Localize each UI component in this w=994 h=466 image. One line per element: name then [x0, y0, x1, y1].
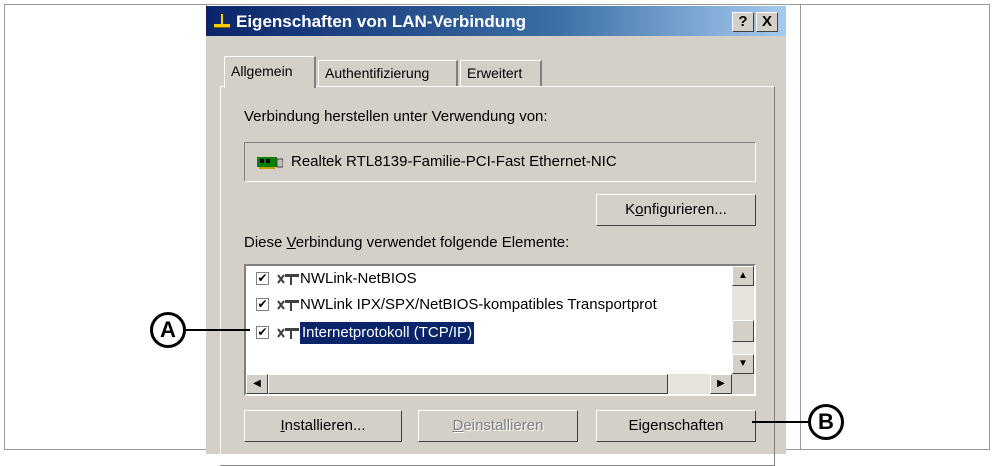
network-card-icon	[257, 157, 283, 169]
adapter-name: Realtek RTL8139-Familie-PCI-Fast Etherne…	[291, 153, 617, 170]
connect-using-label: Verbindung herstellen unter Verwendung v…	[244, 108, 548, 125]
scroll-right-icon[interactable]: ▶	[710, 374, 732, 394]
tab-authentifizierung[interactable]: Authentifizierung	[318, 60, 458, 86]
horizontal-scrollbar[interactable]: ◀ ▶	[246, 374, 732, 394]
scroll-thumb-horizontal[interactable]	[268, 374, 668, 394]
tab-label: Allgemein	[231, 63, 293, 79]
lan-properties-dialog: Eigenschaften von LAN-Verbindung ? X All…	[206, 6, 786, 466]
button-text: K	[625, 201, 636, 218]
checkbox[interactable]: ✔	[256, 298, 269, 311]
adapter-box: Realtek RTL8139-Familie-PCI-Fast Etherne…	[244, 142, 756, 182]
properties-button[interactable]: Eigenschaften	[596, 410, 756, 442]
close-button[interactable]: X	[756, 12, 778, 32]
button-text: nfigurieren...	[643, 201, 727, 218]
install-button[interactable]: Installieren...	[244, 410, 402, 442]
scroll-up-icon[interactable]: ▲	[732, 266, 754, 286]
dialog-title: Eigenschaften von LAN-Verbindung	[236, 12, 526, 31]
component-label: NWLink IPX/SPX/NetBIOS-kompatibles Trans…	[300, 296, 657, 313]
protocol-icon	[277, 328, 299, 339]
button-text: enschaften	[650, 417, 724, 434]
tab-label: Erweitert	[467, 65, 523, 81]
tab-label: Authentifizierung	[325, 65, 430, 81]
scroll-down-icon[interactable]: ▼	[732, 354, 754, 374]
help-button[interactable]: ?	[732, 12, 754, 32]
tab-allgemein[interactable]: Allgemein	[224, 56, 316, 88]
scroll-thumb[interactable]	[732, 320, 754, 342]
components-list[interactable]: ✔ NWLink-NetBIOS ✔ NWLink IPX/SPX/NetBIO…	[244, 264, 756, 396]
uninstall-button[interactable]: Deinstallieren	[418, 410, 578, 442]
checkbox[interactable]: ✔	[256, 326, 269, 339]
callout-a: A	[150, 312, 186, 348]
callout-b: B	[808, 404, 844, 440]
label-text: Diese	[244, 234, 287, 251]
scroll-corner	[732, 374, 754, 394]
component-label: NWLink-NetBIOS	[300, 270, 417, 287]
protocol-icon	[277, 274, 299, 285]
label-text: erbindung verwendet folgende Elemente:	[295, 234, 570, 251]
checkbox[interactable]: ✔	[256, 272, 269, 285]
components-label: Diese Verbindung verwendet folgende Elem…	[244, 234, 569, 251]
button-text: Ei	[628, 417, 642, 434]
callout-b-line	[752, 421, 808, 423]
button-accel: D	[452, 417, 464, 434]
network-connection-icon	[214, 14, 230, 28]
protocol-icon	[277, 300, 299, 311]
vertical-scrollbar[interactable]: ▲ ▼	[732, 266, 754, 374]
configure-button[interactable]: Konfigurieren...	[596, 194, 756, 226]
scroll-left-icon[interactable]: ◀	[246, 374, 268, 394]
button-text: einstallieren	[463, 417, 544, 434]
button-accel: g	[641, 417, 651, 434]
frame-divider-right	[800, 4, 801, 450]
label-accel: V	[286, 234, 296, 251]
component-label: Internetprotokoll (TCP/IP)	[300, 322, 475, 344]
title-bar[interactable]: Eigenschaften von LAN-Verbindung ? X	[206, 6, 786, 36]
button-text: nstallieren...	[284, 417, 366, 434]
callout-a-line	[186, 329, 250, 331]
tab-erweitert[interactable]: Erweitert	[460, 60, 542, 86]
